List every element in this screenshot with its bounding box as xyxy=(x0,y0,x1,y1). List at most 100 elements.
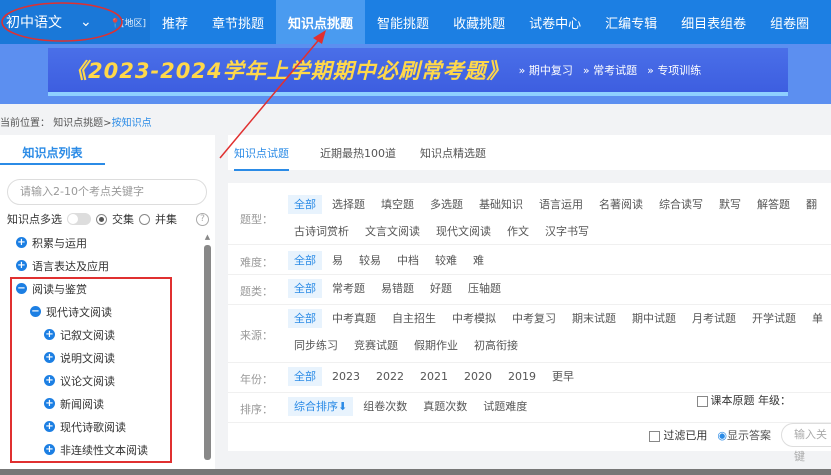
filter-option[interactable]: 同步练习 xyxy=(288,336,344,355)
filter-option[interactable]: 2023 xyxy=(326,367,366,386)
filter-option[interactable]: 假期作业 xyxy=(408,336,464,355)
nav-item[interactable]: 智能挑题 xyxy=(365,0,441,44)
filter-option[interactable]: 多选题 xyxy=(424,195,469,214)
nav-item[interactable]: 推荐 xyxy=(150,0,200,44)
expand-icon[interactable]: + xyxy=(44,444,55,455)
filter-option[interactable]: 易 xyxy=(326,251,349,270)
filter-option[interactable]: 压轴题 xyxy=(462,279,507,298)
filter-option[interactable]: 好题 xyxy=(424,279,458,298)
nav-item[interactable]: 章节挑题 xyxy=(200,0,276,44)
filter-option[interactable]: 全部 xyxy=(288,251,322,270)
filter-option[interactable]: 较易 xyxy=(353,251,387,270)
filter-option[interactable]: 开学试题 xyxy=(746,309,802,328)
filter-option[interactable]: 选择题 xyxy=(326,195,371,214)
tree-node[interactable]: + 现代诗歌阅读 xyxy=(0,415,205,438)
tab-question-type[interactable]: 知识点精选题 xyxy=(420,145,486,161)
filter-option[interactable]: 中考复习 xyxy=(506,309,562,328)
filter-option[interactable]: 全部 xyxy=(288,279,322,298)
banner-link[interactable]: » 常考试题 xyxy=(583,62,637,78)
knowledge-search-input[interactable]: 请输入2-10个考点关键字 xyxy=(7,179,207,205)
filter-option[interactable]: 翻 xyxy=(800,195,823,214)
tree-node[interactable]: + 新闻阅读 xyxy=(0,392,205,415)
filter-option[interactable]: 2019 xyxy=(502,367,542,386)
filter-option[interactable]: 常考题 xyxy=(326,279,371,298)
filter-option[interactable]: 语言运用 xyxy=(533,195,589,214)
filter-option[interactable]: 全部 xyxy=(288,367,322,386)
expand-icon[interactable]: + xyxy=(16,237,27,248)
filter-option[interactable]: 全部 xyxy=(288,195,322,214)
breadcrumb-current[interactable]: 按知识点 xyxy=(112,118,152,129)
filter-option[interactable]: 名著阅读 xyxy=(593,195,649,214)
expand-icon[interactable]: + xyxy=(44,329,55,340)
filter-option[interactable]: 初高衔接 xyxy=(468,336,524,355)
filter-option[interactable]: 2020 xyxy=(458,367,498,386)
tab-question-type[interactable]: 近期最热100道 xyxy=(320,145,396,161)
banner-link[interactable]: » 期中复习 xyxy=(519,62,573,78)
filter-option[interactable]: 中考真题 xyxy=(326,309,382,328)
banner-link[interactable]: » 专项训练 xyxy=(647,62,701,78)
help-icon[interactable]: ? xyxy=(196,212,209,226)
nav-item[interactable]: 细目表组卷 xyxy=(669,0,758,44)
filter-option[interactable]: 综合排序⬇ xyxy=(288,397,354,416)
filter-option[interactable]: 竞赛试题 xyxy=(348,336,404,355)
tree-node[interactable]: + 记叙文阅读 xyxy=(0,323,205,346)
filter-option[interactable]: 真题次数 xyxy=(417,397,473,416)
expand-icon[interactable]: + xyxy=(44,352,55,363)
show-answer-toggle[interactable]: ◉显示答案 xyxy=(717,427,771,443)
filter-option[interactable]: 填空题 xyxy=(375,195,420,214)
filter-option[interactable]: 难 xyxy=(467,251,490,270)
filter-option[interactable]: 更早 xyxy=(546,367,580,386)
filter-option[interactable]: 2021 xyxy=(414,367,454,386)
filter-option[interactable]: 全部 xyxy=(288,309,322,328)
union-radio[interactable] xyxy=(139,213,150,225)
tab-knowledge-list[interactable]: 知识点列表 xyxy=(0,135,105,165)
filter-option[interactable]: 易错题 xyxy=(375,279,420,298)
tree-scrollbar[interactable]: ▲ xyxy=(204,233,211,463)
tree-node[interactable]: + 积累与运用 xyxy=(0,231,205,254)
filter-option[interactable]: 组卷次数 xyxy=(357,397,413,416)
subject-selector[interactable]: 初中语文 ⌄ 📍[地区] xyxy=(0,0,150,44)
collapse-icon[interactable]: − xyxy=(16,283,27,294)
filter-option[interactable]: 月考试题 xyxy=(686,309,742,328)
intersect-radio[interactable] xyxy=(96,213,107,225)
filter-option[interactable]: 较难 xyxy=(429,251,463,270)
nav-item[interactable]: 试卷中心 xyxy=(517,0,593,44)
promo-banner[interactable]: 《2023-2024学年上学期期中必刷常考题》 » 期中复习 » 常考试题 » … xyxy=(0,44,831,104)
filter-used-checkbox[interactable]: 过滤已用 xyxy=(649,427,707,443)
nav-item[interactable]: 组卷圈 xyxy=(758,0,821,44)
nav-item[interactable]: 收藏挑题 xyxy=(441,0,517,44)
filter-option[interactable]: 中考模拟 xyxy=(446,309,502,328)
filter-option[interactable]: 2022 xyxy=(370,367,410,386)
nav-item[interactable]: 汇编专辑 xyxy=(593,0,669,44)
filter-option[interactable]: 汉字书写 xyxy=(539,222,595,241)
nav-item[interactable]: 知识点挑题 xyxy=(276,0,366,44)
tree-node[interactable]: − 现代诗文阅读 xyxy=(0,300,205,323)
filter-option[interactable]: 期末试题 xyxy=(566,309,622,328)
breadcrumb-link[interactable]: 知识点挑题> xyxy=(53,118,111,129)
tree-node[interactable]: + 说明文阅读 xyxy=(0,346,205,369)
expand-icon[interactable]: + xyxy=(16,260,27,271)
multi-select-toggle[interactable] xyxy=(67,213,91,225)
tree-node[interactable]: − 阅读与鉴赏 xyxy=(0,277,205,300)
filter-option[interactable]: 自主招生 xyxy=(386,309,442,328)
filter-option[interactable]: 基础知识 xyxy=(473,195,529,214)
filter-option[interactable]: 综合读写 xyxy=(653,195,709,214)
keyword-input[interactable]: 输入关键 xyxy=(781,423,831,463)
collapse-icon[interactable]: − xyxy=(30,306,41,317)
expand-icon[interactable]: + xyxy=(44,375,55,386)
filter-option[interactable]: 现代文阅读 xyxy=(430,222,497,241)
filter-option[interactable]: 默写 xyxy=(713,195,747,214)
filter-option[interactable]: 文言文阅读 xyxy=(359,222,426,241)
filter-option[interactable]: 古诗词赏析 xyxy=(288,222,355,241)
tab-question-type[interactable]: 知识点试题 xyxy=(234,145,289,171)
filter-option[interactable]: 作文 xyxy=(501,222,535,241)
filter-option[interactable]: 试题难度 xyxy=(477,397,533,416)
filter-option[interactable]: 中档 xyxy=(391,251,425,270)
region-selector[interactable]: 📍[地区] xyxy=(110,16,146,29)
tree-node[interactable]: + 语言表达及应用 xyxy=(0,254,205,277)
filter-option[interactable]: 解答题 xyxy=(751,195,796,214)
horizontal-scrollbar[interactable] xyxy=(0,469,831,475)
filter-option[interactable]: 单 xyxy=(806,309,829,328)
expand-icon[interactable]: + xyxy=(44,421,55,432)
tree-node[interactable]: + 非连续性文本阅读 xyxy=(0,438,205,461)
